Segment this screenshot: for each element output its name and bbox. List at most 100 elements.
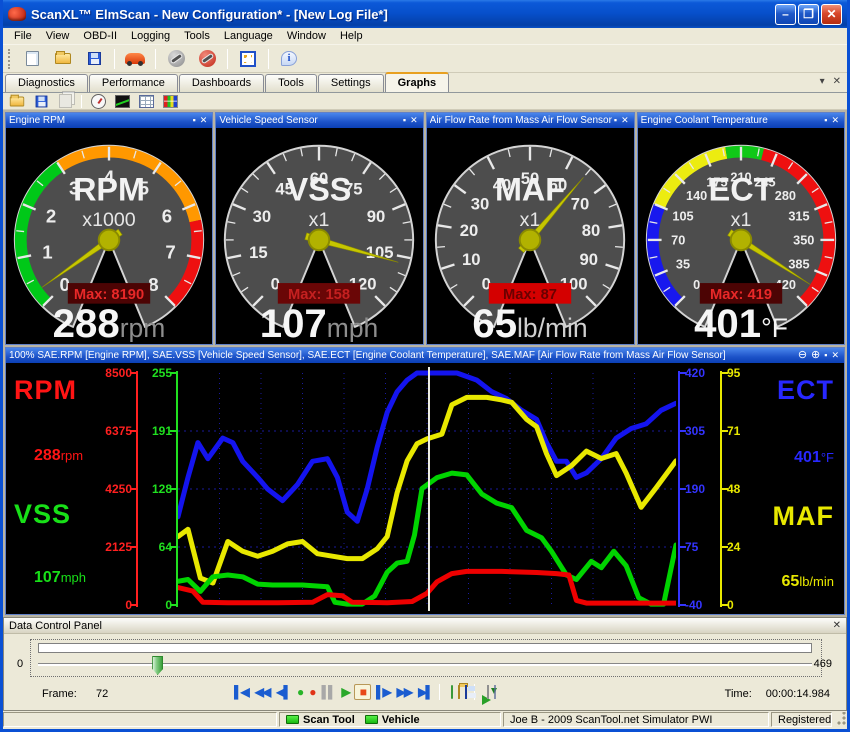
stop-button[interactable]: ■: [358, 684, 367, 700]
copy-button[interactable]: [55, 92, 75, 110]
open-log-button[interactable]: [458, 686, 460, 698]
graph-close-icon[interactable]: ✕: [829, 349, 841, 362]
export-icon: [487, 685, 489, 699]
tab-overflow-icon[interactable]: ▾: [820, 76, 825, 87]
skip-first-button[interactable]: ▌◀: [232, 684, 250, 700]
dashboard-view-button[interactable]: [160, 92, 180, 110]
gauge-restore-icon[interactable]: ▪: [822, 114, 829, 127]
info-button[interactable]: i: [276, 47, 302, 71]
window-title: ScanXL™ ElmScan - New Configuration* - […: [31, 7, 775, 22]
graph-restore-icon[interactable]: ▪: [822, 349, 829, 362]
gauge-close-icon[interactable]: ✕: [829, 114, 841, 127]
rpm-tick-label: 6375: [98, 424, 132, 438]
minimize-button[interactable]: –: [775, 4, 796, 25]
info-icon: i: [281, 51, 297, 66]
vehicle-button[interactable]: [122, 47, 148, 71]
maf-tick-label: 95: [727, 366, 767, 380]
resize-grip[interactable]: [834, 712, 847, 727]
gauge-maf: 0102030405060708090100MAFx1Max: 8765lb/m…: [429, 130, 631, 342]
new-file-button[interactable]: [19, 47, 45, 71]
titlebar: ScanXL™ ElmScan - New Configuration* - […: [3, 0, 847, 28]
open-config-button[interactable]: [7, 92, 27, 110]
save-icon: [465, 685, 467, 699]
ect-legend-label: ECT: [777, 375, 834, 406]
log-overview-bar[interactable]: [38, 643, 812, 653]
save-icon: [35, 95, 47, 107]
gauge-restore-icon[interactable]: ▪: [401, 114, 408, 127]
gauge-restore-icon[interactable]: ▪: [612, 114, 619, 127]
gauge-view-button[interactable]: [88, 92, 108, 110]
log-grid-button[interactable]: [494, 686, 496, 698]
maf-tick-label: 48: [727, 482, 767, 496]
rewind-button[interactable]: ◀◀: [253, 684, 271, 700]
maximize-button[interactable]: ❐: [798, 4, 819, 25]
new-log-button[interactable]: [451, 686, 453, 698]
statusbar: Scan Tool Vehicle Joe B - 2009 ScanTool.…: [3, 711, 847, 727]
gauge-titlebar[interactable]: Engine RPM▪✕: [6, 113, 212, 128]
zoom-out-icon[interactable]: ⊖: [796, 349, 809, 362]
menu-language[interactable]: Language: [217, 29, 280, 43]
menu-file[interactable]: File: [7, 29, 39, 43]
connect-button[interactable]: [163, 47, 189, 71]
rpm-current-value: 288rpm: [34, 447, 83, 465]
table-view-button[interactable]: [136, 92, 156, 110]
save-config-button[interactable]: [31, 92, 51, 110]
step-forward-button[interactable]: ▌▶: [374, 684, 392, 700]
svg-text:x1000: x1000: [82, 209, 136, 231]
menu-obdii[interactable]: OBD-II: [76, 29, 124, 43]
gauge-titlebar[interactable]: Engine Coolant Temperature▪✕: [638, 113, 844, 128]
save-log-button[interactable]: [465, 686, 467, 698]
menu-tools[interactable]: Tools: [177, 29, 217, 43]
menu-view[interactable]: View: [39, 29, 77, 43]
graph-titlebar[interactable]: 100% SAE.RPM [Engine RPM], SAE.VSS [Vehi…: [6, 348, 844, 363]
disconnect-plug-icon: [199, 50, 216, 67]
svg-text:20: 20: [460, 221, 479, 240]
tab-performance[interactable]: Performance: [89, 74, 178, 92]
disconnect-button[interactable]: [194, 47, 220, 71]
graph-plot[interactable]: [178, 363, 676, 614]
tab-tools[interactable]: Tools: [265, 74, 317, 92]
tab-diagnostics[interactable]: Diagnostics: [5, 74, 88, 92]
device-info-panel: Joe B - 2009 ScanTool.net Simulator PWI: [503, 712, 769, 727]
graph-view-button[interactable]: [112, 92, 132, 110]
new-file-icon: [451, 685, 453, 699]
dcp-close-icon[interactable]: ✕: [833, 620, 841, 631]
export-log-button[interactable]: [487, 686, 489, 698]
fast-forward-button[interactable]: ▶▶: [395, 684, 413, 700]
play-button[interactable]: ▶: [339, 684, 350, 700]
close-button[interactable]: ✕: [821, 4, 842, 25]
svg-text:70: 70: [671, 232, 685, 247]
open-file-button[interactable]: [50, 47, 76, 71]
menu-window[interactable]: Window: [280, 29, 333, 43]
gauge-titlebar[interactable]: Air Flow Rate from Mass Air Flow Sensor▪…: [427, 113, 634, 128]
skip-last-button[interactable]: ▶▌: [416, 684, 434, 700]
save-file-button[interactable]: [81, 47, 107, 71]
transport-controls: ▌◀◀◀◀▌●●▌▌▶■▌▶▶▶▶▌: [232, 684, 496, 700]
record-button[interactable]: ●: [307, 684, 316, 700]
step-back-button[interactable]: ◀▌: [274, 684, 292, 700]
tab-settings[interactable]: Settings: [318, 74, 384, 92]
zoom-in-icon[interactable]: ⊕: [809, 349, 822, 362]
gauge-rpm: 012345678RPMx1000Max: 8190288rpm: [8, 130, 210, 342]
gauge-close-icon[interactable]: ✕: [619, 114, 631, 127]
ect-current-value: 401°F: [794, 449, 834, 467]
gauge-titlebar[interactable]: Vehicle Speed Sensor▪✕: [216, 113, 422, 128]
open-folder-icon: [458, 685, 460, 699]
dcp-titlebar[interactable]: Data Control Panel ✕: [4, 618, 846, 634]
ect-tick-label: 75: [685, 540, 725, 554]
gauge-close-icon[interactable]: ✕: [198, 114, 210, 127]
tabstrip-close-icon[interactable]: ✕: [833, 76, 841, 87]
scan-tool-status: Scan Tool: [303, 714, 355, 726]
series-sae-maf: [178, 397, 676, 583]
pause-button[interactable]: ▌▌: [319, 684, 336, 700]
tab-graphs[interactable]: Graphs: [385, 72, 450, 92]
tab-dashboards[interactable]: Dashboards: [179, 74, 264, 92]
gauge-close-icon[interactable]: ✕: [408, 114, 420, 127]
menu-logging[interactable]: Logging: [124, 29, 177, 43]
menu-help[interactable]: Help: [333, 29, 370, 43]
record-sensor-button[interactable]: ●: [295, 684, 304, 700]
window-layout-button[interactable]: [235, 47, 261, 71]
maf-tick-label: 0: [727, 598, 767, 612]
svg-text:105: 105: [672, 208, 693, 223]
gauge-restore-icon[interactable]: ▪: [191, 114, 198, 127]
